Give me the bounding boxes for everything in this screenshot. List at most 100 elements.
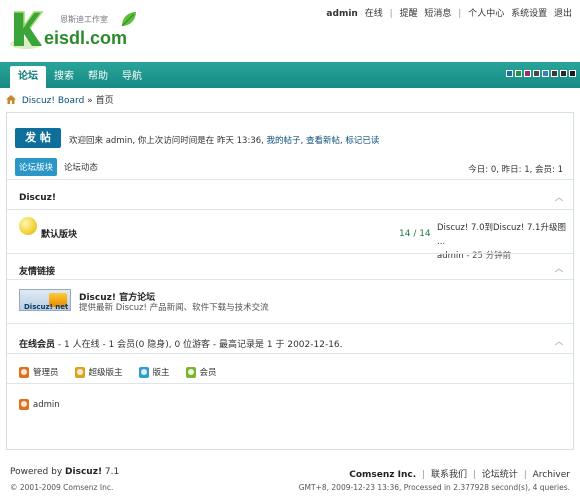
divider: | [458,9,462,19]
forum-tabs: 论坛版块 论坛动态 [15,158,102,176]
divider: | [472,470,476,480]
divider: | [422,470,426,480]
username-link[interactable]: admin [326,9,357,19]
legend-label: 管理员 [33,368,59,378]
divider [7,353,573,354]
main-panel: 发 帖 欢迎回来 admin, 你上次访问时间是在 昨天 13:36, 我的帖子… [6,112,574,450]
theme-swatch-4[interactable] [542,70,549,77]
remind-link[interactable]: 提醒 [400,9,418,19]
theme-swatch-0[interactable] [506,70,513,77]
powered-name[interactable]: Discuz! [65,467,102,477]
online-summary: 在线会员 - 1 人在线 - 1 会员(0 隐身), 0 位游客 - 最高记录是… [19,337,343,350]
home-icon[interactable] [6,95,16,104]
forum-stats: 今日: 0, 昨日: 1, 会员: 1 [468,165,563,175]
settings-link[interactable]: 系统设置 [511,9,547,19]
legend-member: 会员 [185,366,217,378]
friend-link-desc: 提供最新 Discuz! 产品新闻、软件下载与技术交流 [79,303,269,313]
welcome-message: 欢迎回来 admin, 你上次访问时间是在 昨天 13:36, 我的帖子, 查看… [69,136,380,146]
tab-activity[interactable]: 论坛动态 [60,158,102,176]
legend-super-moderator: 超级版主 [74,366,123,378]
debug-info: GMT+8, 2009-12-23 13:36, Processed in 2.… [298,483,570,492]
menu-forum[interactable]: 论坛 [10,66,46,88]
divider [7,253,573,254]
breadcrumb-board[interactable]: Discuz! Board [22,96,84,106]
theme-swatch-6[interactable] [560,70,567,77]
admin-icon [19,399,29,410]
footer-links: Comsenz Inc. | 联系我们 | 论坛统计 | Archiver [349,467,570,480]
stats-link[interactable]: 论坛统计 [482,470,518,480]
powered-version: 7.1 [104,467,120,477]
online-status: 在线 [364,9,383,19]
welcome-text: 欢迎回来 admin, 你上次访问时间是在 昨天 13:36, [69,136,264,146]
collapse-icon[interactable] [555,197,563,202]
usercenter-link[interactable]: 个人中心 [468,9,504,19]
logo-subtitle: 恩斯迪工作室 [60,15,108,24]
online-member-name[interactable]: admin [33,400,60,410]
logo-k-icon [10,11,44,49]
theme-swatch-2[interactable] [524,70,531,77]
contact-link[interactable]: 联系我们 [431,470,467,480]
top-nav: admin 在线 | 提醒 短消息 | 个人中心 系统设置 退出 [322,6,572,19]
friend-link-logo[interactable]: Discuz! net [19,289,71,311]
copyright: © 2001-2009 Comsenz Inc. [10,483,114,492]
last-post-link[interactable]: Discuz! 7.0到Discuz! 7.1升级图 ... [437,223,566,247]
divider [7,383,573,384]
member-icon [185,366,196,378]
collapse-icon[interactable] [555,268,563,273]
moderator-icon [138,366,149,378]
legend-moderator: 版主 [138,366,170,378]
divider: | [389,9,393,19]
breadcrumb: Discuz! Board » 首页 [6,93,114,106]
forum-name-link[interactable]: 默认版块 [41,227,77,240]
online-member[interactable]: admin [19,399,60,410]
menu-search[interactable]: 搜索 [46,66,82,88]
legend-label: 版主 [152,368,170,378]
menu-help[interactable]: 帮助 [80,66,116,88]
theme-swatch-1[interactable] [515,70,522,77]
archiver-link[interactable]: Archiver [533,470,570,480]
logo-text: eisdl.com [44,28,128,48]
forum-status-icon [19,217,37,235]
main-menu: 论坛 搜索 帮助 导航 [0,62,580,88]
divider [7,209,573,210]
page-header: 恩斯迪工作室 eisdl.com admin 在线 | 提醒 短消息 | 个人中… [0,0,580,62]
theme-swatch-5[interactable] [551,70,558,77]
logout-link[interactable]: 退出 [554,9,572,19]
divider: | [523,470,527,480]
legend-label: 超级版主 [88,368,123,378]
page-footer: Powered by Discuz! 7.1 © 2001-2009 Comse… [0,450,580,500]
super-moderator-icon [74,366,85,378]
leaf-icon [121,12,136,27]
online-title[interactable]: 在线会员 [19,340,55,350]
powered-prefix: Powered by [10,467,63,477]
theme-swatch-3[interactable] [533,70,540,77]
divider [7,279,573,280]
my-posts-link[interactable]: 我的帖子 [267,136,301,146]
menu-nav[interactable]: 导航 [114,66,150,88]
category-title[interactable]: Discuz! [19,193,56,203]
legend-admin: 管理员 [19,366,59,378]
tab-forums[interactable]: 论坛版块 [15,158,58,176]
admin-icon [19,366,29,378]
friend-link-logo-text: Discuz! net [24,303,69,311]
post-button[interactable]: 发 帖 [15,128,61,148]
theme-swatches [506,70,576,77]
new-posts-link[interactable]: 查看新帖 [306,136,340,146]
mark-read-link[interactable]: 标记已读 [345,136,379,146]
messages-link[interactable]: 短消息 [424,9,451,19]
forum-count: 14 / 14 [399,229,431,239]
breadcrumb-current: 首页 [95,96,114,106]
member-legend: 管理员 超级版主 版主 会员 [19,366,217,378]
online-text: - 1 人在线 - 1 会员(0 隐身), 0 位游客 - 最高记录是 1 于 … [57,340,343,350]
legend-label: 会员 [199,368,217,378]
collapse-icon[interactable] [555,341,563,346]
links-title[interactable]: 友情链接 [19,264,55,277]
company-name[interactable]: Comsenz Inc. [349,470,416,480]
theme-swatch-7[interactable] [569,70,576,77]
breadcrumb-separator: » [87,96,93,106]
divider [7,179,573,180]
powered-by: Powered by Discuz! 7.1 [10,467,119,477]
divider [7,323,573,324]
site-logo[interactable]: 恩斯迪工作室 eisdl.com [8,8,138,56]
forum-last-post: Discuz! 7.0到Discuz! 7.1升级图 ... admin - 2… [437,221,567,263]
